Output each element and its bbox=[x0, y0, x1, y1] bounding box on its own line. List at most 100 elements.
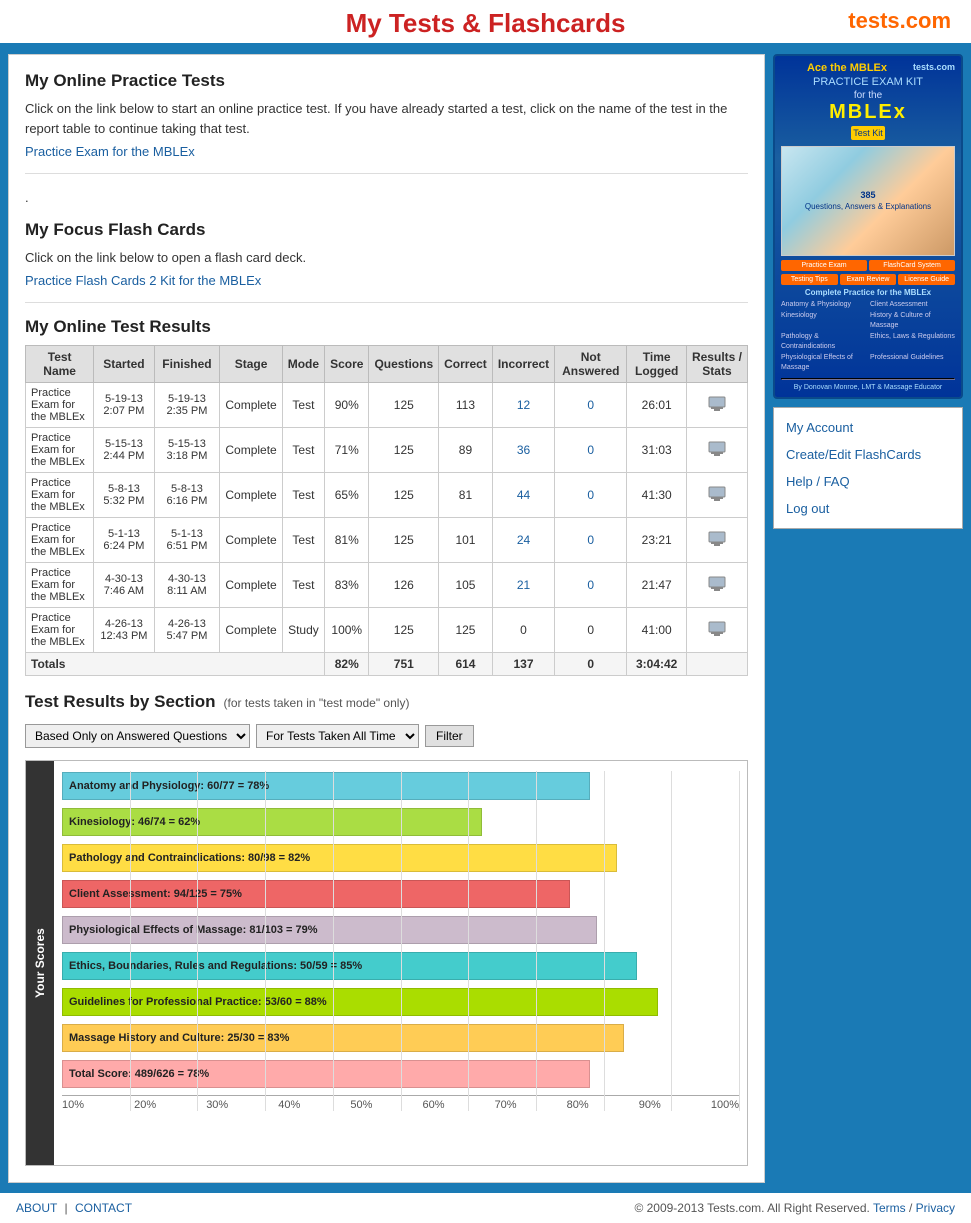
section-history: History & Culture of Massage bbox=[870, 311, 955, 332]
author-label: By Donovan Monroe, LMT & Massage Educato… bbox=[781, 384, 955, 391]
table-row: Practice Exam for the MBLEx 4-30-13 7:46… bbox=[26, 563, 748, 608]
footer-left: ABOUT | CONTACT bbox=[16, 1201, 132, 1215]
cell-started: 4-26-13 12:43 PM bbox=[94, 608, 154, 653]
cell-incorrect: 24 bbox=[492, 518, 554, 563]
incorrect-link[interactable]: 21 bbox=[517, 578, 530, 592]
cell-time: 23:21 bbox=[627, 518, 687, 563]
cell-score: 100% bbox=[325, 608, 369, 653]
cell-stage: Complete bbox=[220, 473, 282, 518]
feature-review: Exam Review bbox=[840, 274, 897, 285]
stats-icon[interactable] bbox=[708, 401, 726, 415]
totals-row: Totals 82% 751 614 137 0 3:04:42 bbox=[26, 653, 748, 676]
filter-row: Based Only on Answered Questions Based o… bbox=[25, 724, 748, 748]
cell-name: Practice Exam for the MBLEx bbox=[26, 563, 94, 608]
col-not-answered: Not Answered bbox=[555, 346, 627, 383]
cell-stats[interactable] bbox=[686, 608, 747, 653]
x-label: 70% bbox=[495, 1099, 517, 1111]
not-answered-link[interactable]: 0 bbox=[587, 398, 594, 412]
cell-time: 41:30 bbox=[627, 473, 687, 518]
filter-answered-select[interactable]: Based Only on Answered Questions Based o… bbox=[25, 724, 250, 748]
cell-name: Practice Exam for the MBLEx bbox=[26, 473, 94, 518]
questions-count: 385 bbox=[805, 190, 931, 202]
kit-name: MBLEx bbox=[781, 101, 955, 124]
bar-row: Client Assessment: 94/125 = 75% bbox=[62, 879, 739, 909]
kit-title-top: PRACTICE EXAM KIT bbox=[781, 76, 955, 88]
privacy-link[interactable]: Privacy bbox=[916, 1201, 955, 1215]
stats-icon[interactable] bbox=[708, 581, 726, 595]
section-results-heading: Test Results by Section bbox=[25, 692, 216, 712]
not-answered-link[interactable]: 0 bbox=[587, 578, 594, 592]
table-row: Practice Exam for the MBLEx 5-8-13 5:32 … bbox=[26, 473, 748, 518]
bar-row: Massage History and Culture: 25/30 = 83% bbox=[62, 1023, 739, 1053]
cell-name: Practice Exam for the MBLEx bbox=[26, 428, 94, 473]
feature-guide: License Guide bbox=[898, 274, 955, 285]
incorrect-link[interactable]: 36 bbox=[517, 443, 530, 457]
cell-stage: Complete bbox=[220, 383, 282, 428]
cell-mode: Study bbox=[282, 608, 324, 653]
cell-stats[interactable] bbox=[686, 383, 747, 428]
not-answered-link[interactable]: 0 bbox=[587, 443, 594, 457]
x-label: 90% bbox=[639, 1099, 661, 1111]
x-label: 20% bbox=[134, 1099, 156, 1111]
bar-row: Ethics, Boundaries, Rules and Regulation… bbox=[62, 951, 739, 981]
bar-row: Anatomy and Physiology: 60/77 = 78% bbox=[62, 771, 739, 801]
cell-started: 5-8-13 5:32 PM bbox=[94, 473, 154, 518]
page-title: My Tests & Flashcards bbox=[0, 8, 971, 39]
bar-row: Total Score: 489/626 = 78% bbox=[62, 1059, 739, 1089]
terms-link[interactable]: Terms bbox=[873, 1201, 906, 1215]
incorrect-link[interactable]: 12 bbox=[517, 398, 530, 412]
cell-not-answered: 0 bbox=[555, 383, 627, 428]
incorrect-link[interactable]: 44 bbox=[517, 488, 530, 502]
filter-button[interactable]: Filter bbox=[425, 725, 474, 747]
flashcards-heading: My Focus Flash Cards bbox=[25, 220, 748, 240]
cell-stats[interactable] bbox=[686, 518, 747, 563]
cell-not-answered: 0 bbox=[555, 563, 627, 608]
stats-icon[interactable] bbox=[708, 491, 726, 505]
bar-label: Pathology and Contraindications: 80/98 =… bbox=[69, 852, 310, 864]
cell-not-answered: 0 bbox=[555, 608, 627, 653]
stats-icon[interactable] bbox=[708, 536, 726, 550]
flashcards-link[interactable]: Practice Flash Cards 2 Kit for the MBLEx bbox=[25, 273, 261, 288]
help-faq-link[interactable]: Help / FAQ bbox=[786, 474, 950, 489]
bar-label: Total Score: 489/626 = 78% bbox=[69, 1068, 209, 1080]
cell-finished: 5-1-13 6:51 PM bbox=[154, 518, 220, 563]
complete-label: Complete Practice for the MBLEx bbox=[781, 288, 955, 297]
copyright: © 2009-2013 Tests.com. All Right Reserve… bbox=[634, 1201, 869, 1215]
page-footer: ABOUT | CONTACT © 2009-2013 Tests.com. A… bbox=[0, 1191, 971, 1223]
stats-icon[interactable] bbox=[708, 626, 726, 640]
cell-score: 81% bbox=[325, 518, 369, 563]
my-account-link[interactable]: My Account bbox=[786, 420, 950, 435]
cell-stage: Complete bbox=[220, 428, 282, 473]
totals-time: 3:04:42 bbox=[627, 653, 687, 676]
cell-questions: 125 bbox=[369, 473, 439, 518]
section-kinesiology: Kinesiology bbox=[781, 311, 866, 332]
ace-label: Ace the MBLEx bbox=[807, 62, 887, 74]
log-out-link[interactable]: Log out bbox=[786, 501, 950, 516]
cell-mode: Test bbox=[282, 383, 324, 428]
cell-mode: Test bbox=[282, 518, 324, 563]
col-incorrect: Incorrect bbox=[492, 346, 554, 383]
not-answered-link[interactable]: 0 bbox=[587, 533, 594, 547]
cell-stats[interactable] bbox=[686, 428, 747, 473]
incorrect-link[interactable]: 24 bbox=[517, 533, 530, 547]
feature-tips: Testing Tips bbox=[781, 274, 838, 285]
cell-finished: 4-26-13 5:47 PM bbox=[154, 608, 220, 653]
filter-time-select[interactable]: For Tests Taken All Time Last 30 Days La… bbox=[256, 724, 419, 748]
kit-for-label: for the bbox=[781, 90, 955, 101]
create-edit-link[interactable]: Create/Edit FlashCards bbox=[786, 447, 950, 462]
col-started: Started bbox=[94, 346, 154, 383]
col-time: Time Logged bbox=[627, 346, 687, 383]
cell-stats[interactable] bbox=[686, 473, 747, 518]
x-label: 10% bbox=[62, 1099, 84, 1111]
bar-row: Physiological Effects of Massage: 81/103… bbox=[62, 915, 739, 945]
about-link[interactable]: ABOUT bbox=[16, 1201, 57, 1215]
contact-link[interactable]: CONTACT bbox=[75, 1201, 132, 1215]
practice-tests-link[interactable]: Practice Exam for the MBLEx bbox=[25, 144, 195, 159]
stats-icon[interactable] bbox=[708, 446, 726, 460]
chart-container: Your Scores Anatomy and Physiology: 60/7… bbox=[25, 760, 748, 1166]
totals-not-answered: 0 bbox=[555, 653, 627, 676]
cell-time: 31:03 bbox=[627, 428, 687, 473]
cell-stats[interactable] bbox=[686, 563, 747, 608]
cell-finished: 5-19-13 2:35 PM bbox=[154, 383, 220, 428]
not-answered-link[interactable]: 0 bbox=[587, 488, 594, 502]
